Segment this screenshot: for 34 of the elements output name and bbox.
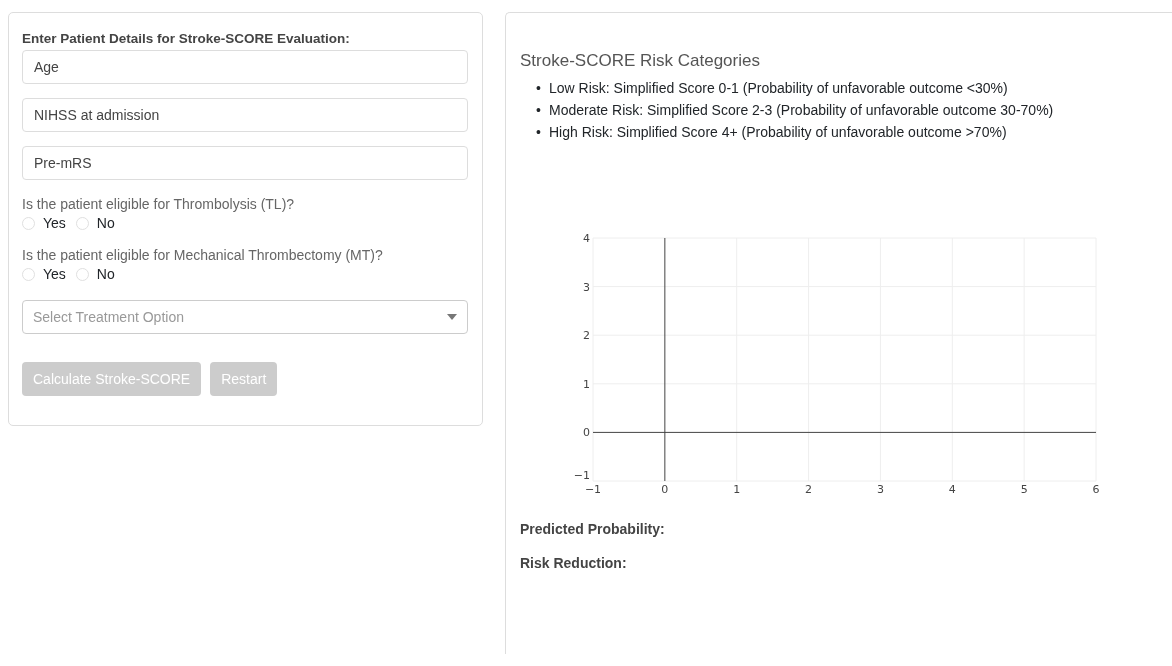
y-tick-label: 1: [583, 377, 590, 391]
output-label: Predicted Probability:: [520, 521, 666, 537]
question-label: Is the patient eligible for Thrombolysis (TL)?: [22, 196, 296, 212]
bullet: •: [536, 79, 542, 98]
y-tick-label: 3: [583, 280, 590, 294]
x-tick-label: 1: [733, 483, 741, 496]
risk-category: Moderate Risk: Simplified Score 2-3 (Probability of unfavorable outcome 30-70%): [549, 101, 1054, 120]
radio-label[interactable]: Yes: [43, 215, 66, 231]
results-title: Stroke-SCORE Risk Categories: [520, 51, 761, 71]
radio-label[interactable]: No: [96, 215, 115, 231]
radio-label[interactable]: No: [96, 266, 115, 282]
risk-category: Low Risk: Simplified Score 0-1 (Probability of unfavorable outcome <30%): [549, 79, 1008, 98]
bullet: •: [536, 101, 542, 120]
radio-label[interactable]: Yes: [43, 266, 66, 282]
input-field[interactable]: Pre-mRS: [22, 146, 468, 180]
y-tick-label: 0: [583, 426, 590, 440]
risk-category: High Risk: Simplified Score 4+ (Probability of unfavorable outcome >70%): [549, 123, 1007, 142]
x-tick-label: 4: [948, 483, 956, 496]
input-field[interactable]: NIHSS at admission: [22, 98, 468, 132]
caret-icon: [447, 314, 457, 320]
form-heading: Enter Patient Details for Stroke-SCORE Evaluation:: [22, 31, 351, 46]
y-tick-label: −1: [573, 469, 590, 482]
x-tick-label: −1: [584, 483, 602, 496]
input-field[interactable]: Age: [22, 50, 468, 84]
x-tick-label: 5: [1020, 483, 1028, 496]
y-tick-label: 2: [583, 329, 590, 343]
x-tick-label: 6: [1092, 483, 1100, 496]
x-tick-label: 0: [661, 483, 669, 496]
x-tick-label: 2: [805, 483, 813, 496]
y-tick-label: 4: [583, 232, 590, 245]
bullet: •: [536, 123, 542, 142]
output-label: Risk Reduction:: [520, 555, 628, 571]
x-tick-label: 3: [876, 483, 884, 496]
question-label: Is the patient eligible for Mechanical Thrombectomy (MT)?: [22, 247, 384, 263]
